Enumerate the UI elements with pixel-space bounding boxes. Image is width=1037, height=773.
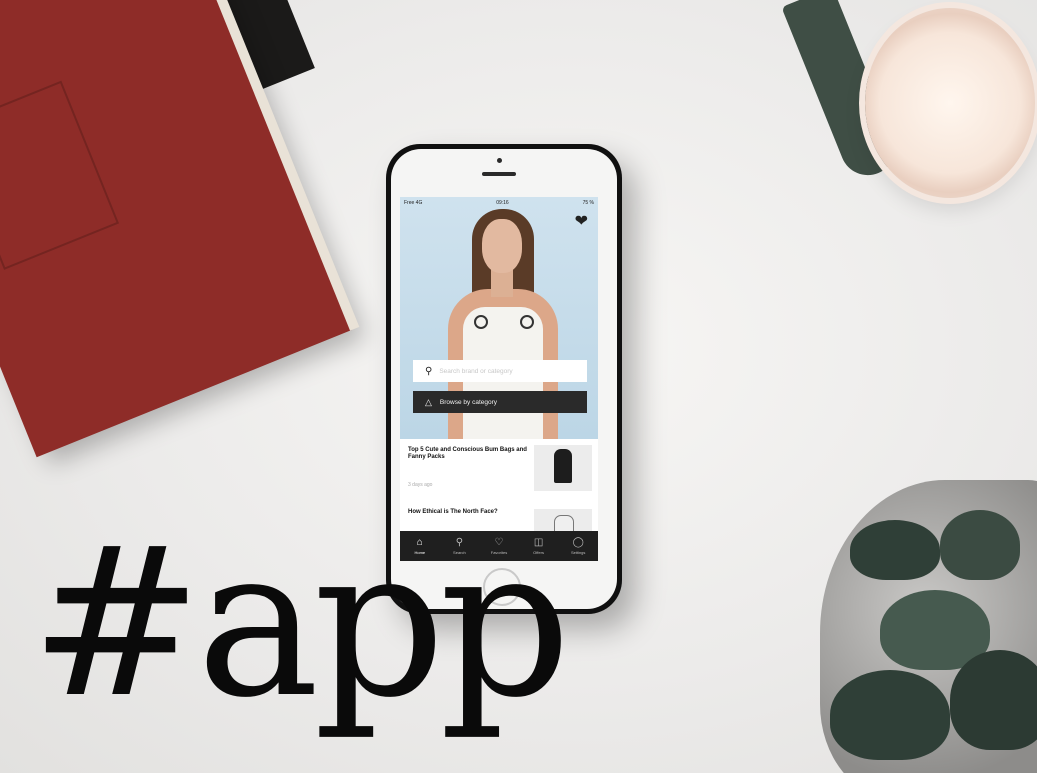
- status-bar: Free 4G 09:16 75 %: [400, 197, 598, 208]
- browse-category-label: Browse by category: [439, 398, 498, 406]
- candle: [865, 8, 1035, 198]
- tab-offers[interactable]: ◫ Offers: [519, 531, 559, 561]
- search-icon: ⚲: [425, 365, 433, 377]
- brand-logo-icon: ❤: [574, 213, 588, 230]
- user-icon: ◯: [572, 537, 584, 548]
- tab-favorites[interactable]: ♡ Favorites: [479, 531, 519, 561]
- search-placeholder: Search brand or category: [439, 367, 513, 375]
- article-title: Top 5 Cute and Conscious Bum Bags and Fa…: [408, 447, 527, 460]
- browse-category-button[interactable]: △ Browse by category: [413, 391, 587, 413]
- bottom-tab-bar: ⌂ Home ⚲ Search ♡ Favorites ◫ Offers ◯ S…: [400, 531, 598, 561]
- battery-level: 75 %: [582, 199, 594, 206]
- gift-icon: ◫: [533, 537, 544, 548]
- tab-settings[interactable]: ◯ Settings: [558, 531, 598, 561]
- search-input[interactable]: ⚲ Search brand or category: [413, 360, 587, 382]
- tab-search[interactable]: ⚲ Search: [440, 531, 480, 561]
- speaker-grille: [482, 172, 516, 176]
- search-icon: ⚲: [455, 537, 464, 548]
- smartphone: Free 4G 09:16 75 % ❤ ⚲ Search brand or c…: [386, 144, 622, 614]
- succulent-plant: [810, 480, 1037, 773]
- heart-icon: ♡: [494, 537, 504, 548]
- carrier-label: Free 4G: [404, 199, 423, 206]
- front-camera: [497, 158, 502, 163]
- hanger-icon: △: [425, 396, 432, 407]
- article-thumbnail: [534, 445, 592, 491]
- article-card[interactable]: Top 5 Cute and Conscious Bum Bags and Fa…: [400, 439, 598, 497]
- article-time: 3 days ago: [408, 482, 433, 488]
- clock: 09:16: [496, 199, 509, 206]
- tab-home[interactable]: ⌂ Home: [400, 531, 440, 561]
- photo-scene: Free 4G 09:16 75 % ❤ ⚲ Search brand or c…: [0, 0, 1037, 773]
- home-icon: ⌂: [416, 537, 423, 548]
